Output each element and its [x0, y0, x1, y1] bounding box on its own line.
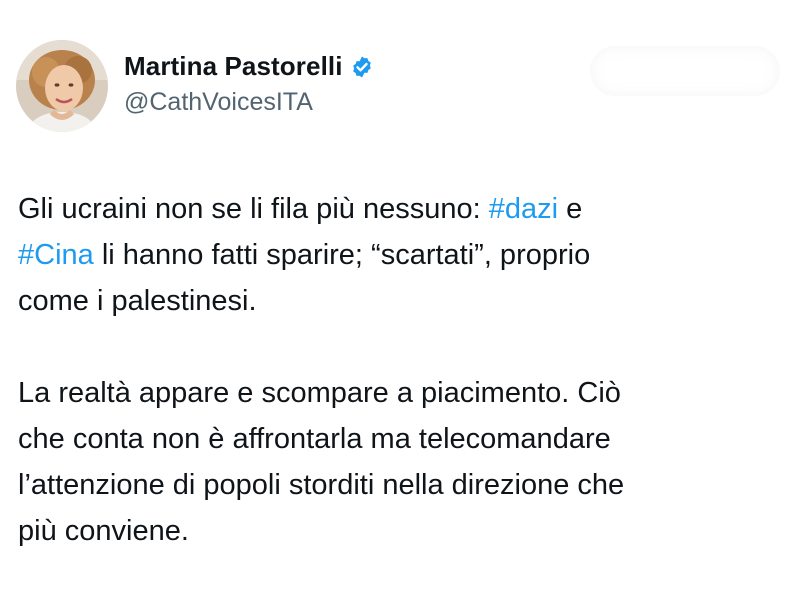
author-display-name[interactable]: Martina Pastorelli — [124, 51, 343, 82]
author-handle[interactable]: @CathVoicesITA — [124, 88, 374, 117]
tweet-card: Martina Pastorelli @CathVoicesITA Gli uc… — [0, 0, 800, 608]
hashtag-link[interactable]: #Cina — [18, 239, 94, 271]
text-segment: Gli ucraini non se li fila più nessuno: — [18, 193, 489, 225]
tweet-text: Gli ucraini non se li fila più nessuno: … — [18, 186, 778, 554]
author-identity: Martina Pastorelli @CathVoicesITA — [124, 51, 374, 117]
verified-badge-icon — [350, 55, 374, 79]
tweet-header: Martina Pastorelli @CathVoicesITA — [16, 40, 374, 132]
text-segment: li hanno fatti sparire; “scartati”, prop… — [18, 239, 591, 317]
hashtag-link[interactable]: #dazi — [489, 193, 558, 225]
text-segment: e — [566, 193, 583, 225]
name-row: Martina Pastorelli — [124, 51, 374, 82]
tweet-paragraph-2: La realtà appare e scompare a piacimento… — [18, 377, 625, 547]
avatar-photo-icon — [16, 40, 108, 132]
follow-button[interactable] — [590, 46, 780, 96]
avatar[interactable] — [16, 40, 108, 132]
tweet-paragraph-1: Gli ucraini non se li fila più nessuno: … — [18, 186, 778, 324]
